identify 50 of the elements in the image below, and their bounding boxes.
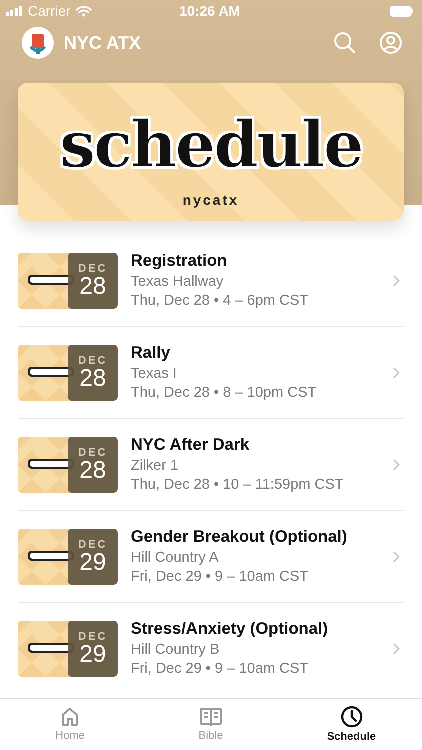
banner-subtitle: nycatx	[182, 192, 240, 208]
event-time: Fri, Dec 29 • 9 – 10am CST	[131, 661, 310, 677]
clock-icon	[340, 706, 363, 728]
event-row[interactable]: DEC 28 Registration Texas Hallway Thu, Dec 28 • 4 – 6pm CST	[18, 235, 404, 327]
date-month: DEC	[78, 538, 108, 550]
date-day: 28	[80, 274, 106, 298]
status-time: 10:26 AM	[180, 3, 240, 19]
event-location: Hill Country B	[131, 642, 221, 658]
event-row[interactable]: DEC 29 Gender Breakout (Optional) Hill Country A Fri, Dec 29 • 9 – 10am CST	[18, 511, 404, 603]
chevron-icon	[393, 458, 400, 470]
battery-icon	[390, 6, 414, 16]
profile-icon[interactable]	[380, 32, 402, 54]
book-icon	[200, 707, 222, 727]
logo-icon[interactable]	[22, 27, 54, 59]
event-time: Thu, Dec 28 • 10 – 11:59pm CST	[131, 477, 345, 493]
event-location: Hill Country A	[131, 550, 220, 566]
event-location: Texas Hallway	[131, 274, 225, 290]
date-day: 29	[80, 642, 106, 666]
date-month: DEC	[78, 262, 108, 274]
event-time: Fri, Dec 29 • 9 – 10am CST	[131, 569, 310, 585]
event-title: Stress/Anxiety (Optional)	[131, 620, 330, 639]
home-icon	[60, 707, 80, 727]
event-time: Thu, Dec 28 • 8 – 10pm CST	[131, 385, 318, 401]
event-row[interactable]: DEC 29 Stress/Anxiety (Optional) Hill Country B Fri, Dec 29 • 9 – 10am CST	[18, 603, 404, 694]
app-title: NYC ATX	[64, 32, 142, 54]
chevron-icon	[393, 366, 400, 378]
date-day: 29	[80, 550, 106, 574]
event-title: NYC After Dark	[131, 436, 251, 455]
event-title: Gender Breakout (Optional)	[131, 528, 348, 547]
wifi-icon	[76, 6, 92, 16]
event-title: Registration	[131, 252, 228, 271]
chevron-icon	[393, 642, 400, 654]
event-row[interactable]: DEC 28 Rally Texas I Thu, Dec 28 • 8 – 10pm CST	[18, 327, 404, 419]
event-row[interactable]: DEC 28 NYC After Dark Zilker 1 Thu, Dec 28 • 10 – 11:59pm CST	[18, 419, 404, 511]
date-month: DEC	[78, 446, 108, 458]
carrier-label: Carrier	[28, 3, 71, 19]
event-location: Zilker 1	[131, 458, 180, 474]
chevron-icon	[393, 274, 400, 286]
event-title: Rally	[131, 344, 172, 363]
date-month: DEC	[78, 354, 108, 366]
date-month: DEC	[78, 630, 108, 642]
chevron-icon	[393, 550, 400, 562]
banner-title: schedule	[60, 114, 362, 178]
event-time: Thu, Dec 28 • 4 – 6pm CST	[131, 293, 310, 309]
date-day: 28	[80, 458, 106, 482]
tab[interactable]: Schedule	[281, 699, 422, 750]
signal-icon	[6, 6, 23, 16]
event-location: Texas I	[131, 366, 178, 382]
date-day: 28	[80, 366, 106, 390]
search-icon[interactable]	[334, 32, 356, 54]
